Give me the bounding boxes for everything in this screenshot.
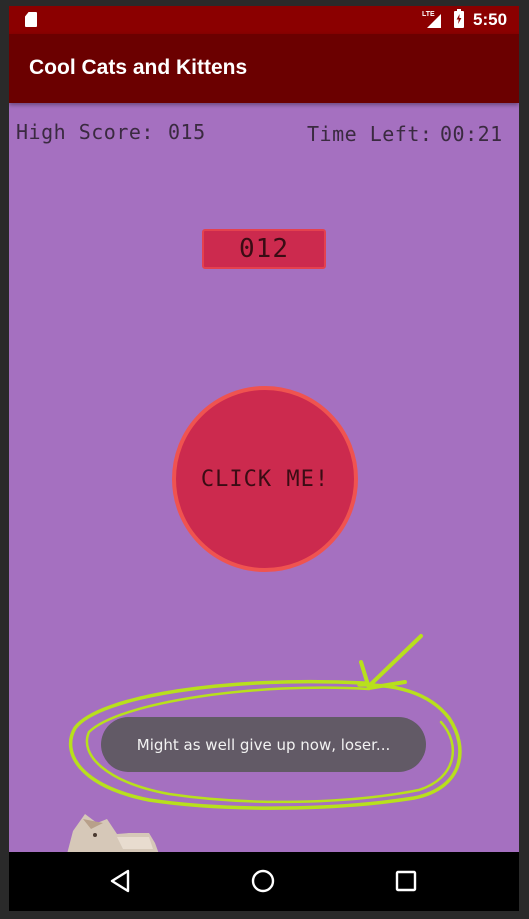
home-button[interactable] xyxy=(246,864,280,898)
annotation-scribble xyxy=(69,634,462,810)
home-icon xyxy=(251,869,275,893)
toast-message: Might as well give up now, loser... xyxy=(101,717,426,772)
phone-screen: LTE 5:50 Cool Cats and Kittens High Scor… xyxy=(9,6,519,911)
recents-icon xyxy=(395,870,417,892)
back-icon xyxy=(110,869,130,893)
back-button[interactable] xyxy=(103,864,137,898)
kitten-image xyxy=(67,814,159,854)
recents-button[interactable] xyxy=(389,864,423,898)
device-frame: LTE 5:50 Cool Cats and Kittens High Scor… xyxy=(0,0,529,919)
navigation-bar xyxy=(9,852,519,911)
